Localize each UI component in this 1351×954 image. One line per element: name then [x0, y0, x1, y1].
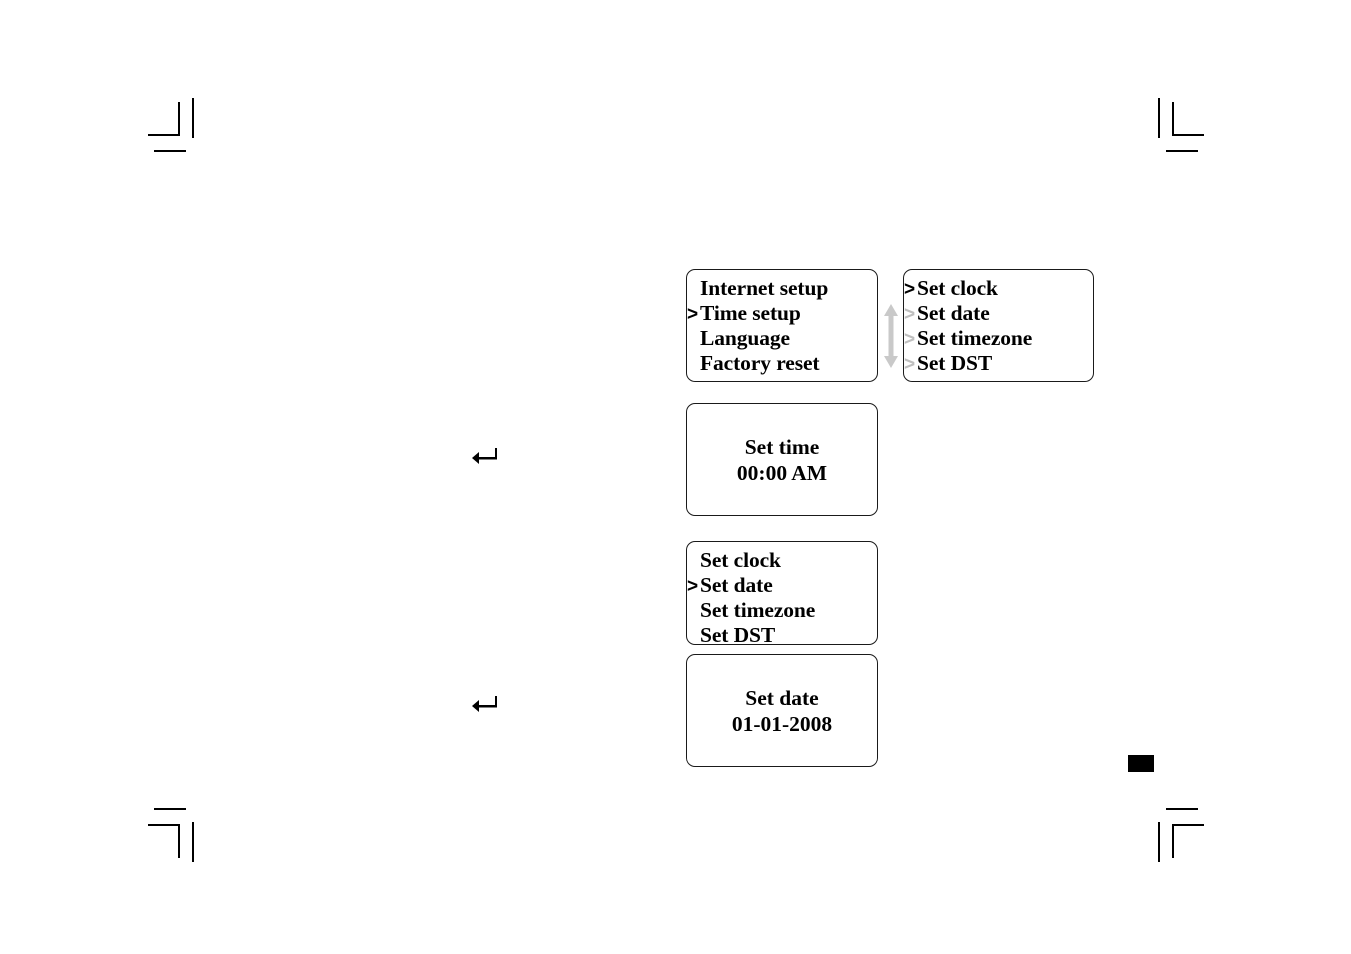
- menu-item-label: Set DST: [917, 351, 993, 375]
- menu-item-label: Language: [700, 326, 790, 350]
- crop-mark-line: [1172, 824, 1174, 858]
- crop-mark-line: [1158, 98, 1160, 138]
- menu-item-set-clock[interactable]: > Set clock: [687, 548, 877, 573]
- crop-mark-line: [1172, 134, 1204, 136]
- screen-set-time-value[interactable]: Set time 00:00 AM: [686, 403, 878, 516]
- chevron-icon: >: [687, 549, 700, 574]
- chevron-selected-icon: >: [904, 279, 915, 300]
- chevron-icon: >: [904, 304, 915, 325]
- menu-item-label: Set date: [917, 301, 990, 325]
- set-time-title: Set time: [744, 434, 820, 459]
- crop-mark-line: [1172, 102, 1174, 136]
- menu-item-set-dst[interactable]: > Set DST: [687, 623, 877, 648]
- menu-item-set-timezone[interactable]: > Set timezone: [904, 326, 1093, 351]
- set-date-value[interactable]: 01-01-2008: [732, 711, 832, 737]
- crop-mark-line: [1158, 822, 1160, 862]
- set-time-value[interactable]: 00:00 AM: [737, 460, 827, 486]
- crop-mark-bottom-right: [1144, 806, 1204, 862]
- menu-item-label: Set date: [700, 573, 773, 597]
- chevron-icon: >: [904, 329, 915, 350]
- crop-mark-line: [154, 808, 186, 810]
- menu-item-label: Set timezone: [917, 326, 1033, 350]
- chevron-icon: >: [687, 624, 700, 649]
- chevron-icon: >: [904, 354, 915, 375]
- crop-mark-top-right: [1144, 98, 1204, 154]
- menu-item-label: Internet setup: [700, 276, 829, 300]
- chevron-icon: >: [687, 277, 700, 302]
- menu-item-time-setup[interactable]: > Time setup: [687, 301, 877, 326]
- menu-item-internet-setup[interactable]: > Internet setup: [687, 276, 877, 301]
- chevron-icon: >: [687, 599, 700, 624]
- menu-item-set-date[interactable]: > Set date: [687, 573, 877, 598]
- screen-clock-menu[interactable]: > Set clock > Set date > Set timezone > …: [686, 541, 878, 648]
- crop-mark-line: [178, 102, 180, 136]
- menu-item-language[interactable]: > Language: [687, 326, 877, 351]
- crop-mark-top-left: [148, 98, 208, 154]
- menu-item-set-date[interactable]: > Set date: [904, 301, 1093, 326]
- menu-item-set-timezone[interactable]: > Set timezone: [687, 598, 877, 623]
- page-marker-block: [1128, 755, 1154, 772]
- menu-item-label: Set DST: [700, 623, 776, 647]
- menu-item-set-dst[interactable]: > Set DST: [904, 351, 1093, 376]
- crop-mark-line: [192, 822, 194, 862]
- crop-mark-line: [192, 98, 194, 138]
- crop-mark-line: [178, 824, 180, 858]
- menu-list-time-setup: > Set clock > Set date > Set timezone > …: [904, 276, 1093, 376]
- menu-item-label: Set clock: [917, 276, 998, 300]
- screen-time-setup-menu[interactable]: > Set clock > Set date > Set timezone > …: [903, 269, 1094, 382]
- menu-item-label: Factory reset: [700, 351, 820, 375]
- screen-setup-menu[interactable]: > Internet setup > Time setup > Language…: [686, 269, 878, 382]
- crop-mark-bottom-left: [148, 806, 208, 862]
- menu-item-label: Set timezone: [700, 598, 816, 622]
- crop-mark-line: [1172, 824, 1204, 826]
- return-arrow-icon-set-date: [471, 694, 497, 714]
- scroll-updown-arrow-icon: [881, 303, 901, 369]
- crop-mark-line: [1166, 808, 1198, 810]
- chevron-icon: >: [687, 352, 700, 377]
- chevron-selected-icon: >: [687, 304, 698, 325]
- crop-mark-line: [148, 824, 180, 826]
- return-arrow-icon-set-time: [471, 446, 497, 466]
- menu-list-setup: > Internet setup > Time setup > Language…: [687, 276, 877, 376]
- set-date-title: Set date: [745, 685, 819, 710]
- menu-list-clock: > Set clock > Set date > Set timezone > …: [687, 548, 877, 648]
- screen-set-date-value[interactable]: Set date 01-01-2008: [686, 654, 878, 767]
- menu-item-label: Set clock: [700, 548, 781, 572]
- menu-item-set-clock[interactable]: > Set clock: [904, 276, 1093, 301]
- crop-mark-line: [154, 150, 186, 152]
- menu-item-factory-reset[interactable]: > Factory reset: [687, 351, 877, 376]
- crop-mark-line: [1166, 150, 1198, 152]
- chevron-selected-icon: >: [687, 576, 698, 597]
- menu-item-label: Time setup: [700, 301, 801, 325]
- crop-mark-line: [148, 134, 180, 136]
- chevron-icon: >: [687, 327, 700, 352]
